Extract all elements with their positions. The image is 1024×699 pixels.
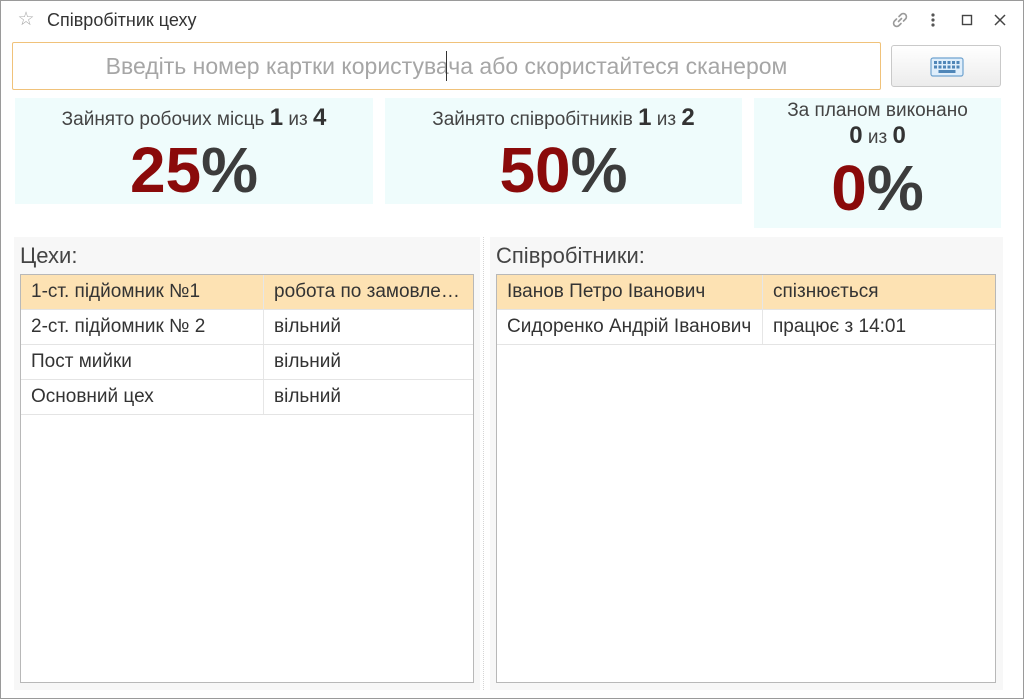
workshop-status: вільний: [274, 316, 342, 337]
keyboard-icon: [930, 57, 964, 77]
stat-total: 0: [892, 122, 906, 149]
keyboard-button[interactable]: [891, 45, 1001, 87]
stat-label: Зайнято співробітників: [432, 109, 633, 130]
workshop-name: Основний цех: [31, 386, 154, 407]
maximize-icon[interactable]: [957, 10, 977, 30]
employees-stat: Зайнято співробітників 1 из 2 50%: [385, 98, 742, 204]
percent-sign: %: [570, 134, 628, 206]
table-row[interactable]: Пост мийки вільний: [21, 345, 473, 380]
stat-label: За планом виконано: [787, 100, 968, 121]
panel-divider: [483, 237, 485, 690]
employee-name: Іванов Петро Іванович: [507, 281, 706, 302]
workshop-status: вільний: [274, 386, 342, 407]
percent-number: 0: [831, 152, 867, 224]
table-row[interactable]: Іванов Петро Іванович спізнюється: [497, 275, 995, 310]
stat-count: 1: [269, 104, 284, 131]
table-row[interactable]: Основний цех вільний: [21, 380, 473, 415]
stat-sep: из: [656, 109, 677, 130]
workshop-name: Пост мийки: [31, 351, 132, 372]
stat-total: 4: [312, 104, 327, 131]
plan-percent: 0%: [754, 156, 1001, 220]
employee-status: спізнюється: [773, 281, 879, 302]
employees-percent: 50%: [385, 138, 742, 202]
workshops-table: 1-ст. підйомник №1 робота по замовленню …: [20, 274, 474, 683]
window: ☆ Співробітник цеху Введіть номер картки…: [0, 0, 1024, 699]
employee-name: Сидоренко Андрій Іванович: [507, 316, 752, 337]
percent-sign: %: [201, 134, 259, 206]
stat-sep: из: [288, 109, 308, 130]
table-row[interactable]: 2-ст. підйомник № 2 вільний: [21, 310, 473, 345]
workshop-name: 2-ст. підйомник № 2: [31, 316, 206, 337]
stat-sep: из: [867, 127, 888, 148]
plan-stat-caption: 0 из 0: [754, 122, 1001, 150]
stat-total: 2: [681, 104, 695, 131]
workplaces-percent: 25%: [15, 138, 373, 202]
star-icon[interactable]: ☆: [15, 9, 37, 31]
link-icon[interactable]: [890, 10, 910, 30]
percent-sign: %: [866, 152, 924, 224]
text-caret: [446, 51, 447, 81]
workshop-status: вільний: [274, 351, 342, 372]
percent-number: 50: [499, 134, 571, 206]
percent-number: 25: [129, 134, 202, 206]
stat-count: 0: [849, 122, 863, 149]
workshops-panel: Цехи: 1-ст. підйомник №1 робота по замов…: [14, 237, 480, 690]
title-bar: ☆ Співробітник цеху: [1, 1, 1023, 39]
card-number-search: [12, 42, 881, 90]
workplaces-stat-caption: Зайнято робочих місць 1 из 4: [15, 104, 373, 132]
table-row[interactable]: 1-ст. підйомник №1 робота по замовленню: [21, 275, 473, 310]
workplaces-stat: Зайнято робочих місць 1 из 4 25%: [15, 98, 373, 204]
workshops-title: Цехи:: [20, 243, 78, 268]
window-title: Співробітник цеху: [47, 10, 197, 30]
more-vertical-icon[interactable]: [923, 10, 943, 30]
employees-panel: Співробітники: Іванов Петро Іванович спі…: [490, 237, 1003, 690]
stat-count: 1: [638, 104, 652, 131]
employee-status: працює з 14:01: [773, 316, 907, 337]
stat-label: Зайнято робочих місць: [61, 109, 265, 130]
employees-stat-caption: Зайнято співробітників 1 из 2: [385, 104, 742, 132]
employees-table: Іванов Петро Іванович спізнюється Сидоре…: [496, 274, 996, 683]
table-row[interactable]: Сидоренко Андрій Іванович працює з 14:01: [497, 310, 995, 345]
plan-stat: За планом виконано 0 из 0 0%: [754, 98, 1001, 228]
employees-title: Співробітники:: [496, 243, 645, 268]
workshop-name: 1-ст. підйомник №1: [31, 281, 201, 302]
workshop-status: робота по замовленню: [274, 281, 464, 302]
close-icon[interactable]: [990, 10, 1010, 30]
